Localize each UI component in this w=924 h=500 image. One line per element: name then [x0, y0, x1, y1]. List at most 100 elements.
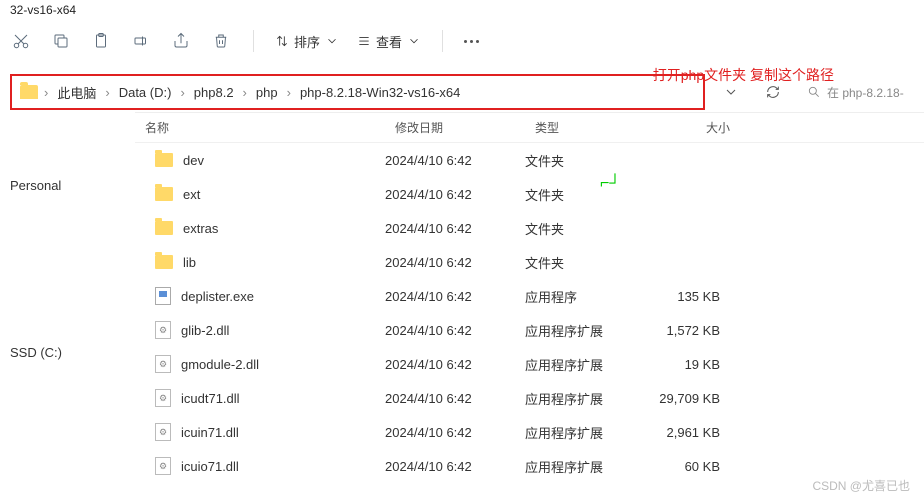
toolbar: 排序 查看 [0, 20, 924, 62]
watermark: CSDN @尤喜已也 [812, 477, 910, 494]
crumb-folder[interactable]: php8.2 [191, 85, 237, 100]
search-icon [807, 85, 821, 99]
separator [442, 30, 443, 52]
file-date: 2024/4/10 6:42 [385, 425, 525, 440]
more-button[interactable] [464, 40, 479, 43]
dll-icon [155, 457, 171, 475]
file-size: 1,572 KB [640, 323, 740, 338]
sidebar-item-ssd[interactable]: SSD (C:) [10, 339, 135, 366]
file-date: 2024/4/10 6:42 [385, 221, 525, 236]
sort-button[interactable]: 排序 [275, 32, 339, 51]
file-type: 应用程序扩展 [525, 355, 640, 374]
crumb-drive[interactable]: Data (D:) [116, 85, 175, 100]
file-name: icuio71.dll [181, 459, 239, 474]
crumb-folder[interactable]: php [253, 85, 281, 100]
file-name: icudt71.dll [181, 391, 240, 406]
view-label: 查看 [376, 32, 402, 51]
annotation-text: 打开php文件夹 复制这个路径 [653, 65, 834, 85]
copy-icon[interactable] [50, 30, 72, 52]
file-row[interactable]: lib 2024/4/10 6:42文件夹 [135, 245, 924, 279]
crumb-folder[interactable]: php-8.2.18-Win32-vs16-x64 [297, 85, 463, 100]
file-row[interactable]: glib-2.dll 2024/4/10 6:42应用程序扩展1,572 KB [135, 313, 924, 347]
file-type: 文件夹 [525, 185, 640, 204]
sidebar-item-personal[interactable]: Personal [10, 172, 135, 199]
file-row[interactable]: ext2024/4/10 6:42文件夹 [135, 177, 924, 211]
file-date: 2024/4/10 6:42 [385, 459, 525, 474]
chevron-right-icon: › [241, 85, 249, 100]
file-size: 29,709 KB [640, 391, 740, 406]
chevron-down-icon [325, 34, 339, 48]
file-type: 应用程序扩展 [525, 389, 640, 408]
search-placeholder: 在 php-8.2.18- [827, 84, 904, 101]
view-button[interactable]: 查看 [357, 32, 421, 51]
file-name: icuin71.dll [181, 425, 239, 440]
file-row[interactable]: icuin71.dll 2024/4/10 6:42应用程序扩展2,961 KB [135, 415, 924, 449]
file-type: 文件夹 [525, 151, 640, 170]
file-name: dev [183, 153, 204, 168]
folder-icon [20, 85, 38, 99]
header-date[interactable]: 修改日期 [385, 119, 525, 136]
file-row[interactable]: icuio71.dll 2024/4/10 6:42应用程序扩展60 KB [135, 449, 924, 483]
folder-icon [155, 187, 173, 201]
cursor-annotation: ⌐┘ [600, 175, 621, 193]
file-type: 应用程序 [525, 287, 640, 306]
file-date: 2024/4/10 6:42 [385, 357, 525, 372]
file-name: extras [183, 221, 218, 236]
sort-label: 排序 [294, 32, 320, 51]
file-size: 135 KB [640, 289, 740, 304]
crumb-thispc[interactable]: 此电脑 [54, 83, 99, 102]
paste-icon[interactable] [90, 30, 112, 52]
dll-icon [155, 389, 171, 407]
file-date: 2024/4/10 6:42 [385, 255, 525, 270]
file-size: 2,961 KB [640, 425, 740, 440]
chevron-down-icon [407, 34, 421, 48]
sort-icon [275, 34, 289, 48]
folder-icon [155, 255, 173, 269]
chevron-right-icon: › [178, 85, 186, 100]
file-size: 60 KB [640, 459, 740, 474]
file-name: gmodule-2.dll [181, 357, 259, 372]
file-row[interactable]: gmodule-2.dll 2024/4/10 6:42应用程序扩展19 KB [135, 347, 924, 381]
separator [253, 30, 254, 52]
file-list: 名称 修改日期 类型 大小 dev2024/4/10 6:42文件夹ext202… [135, 112, 924, 492]
folder-icon [155, 153, 173, 167]
file-row[interactable]: extras 2024/4/10 6:42文件夹 [135, 211, 924, 245]
file-size: 19 KB [640, 357, 740, 372]
file-type: 应用程序扩展 [525, 423, 640, 442]
header-name[interactable]: 名称 [135, 119, 385, 136]
column-headers: 名称 修改日期 类型 大小 [135, 113, 924, 143]
file-name: glib-2.dll [181, 323, 229, 338]
file-row[interactable]: icudt71.dll 2024/4/10 6:42应用程序扩展29,709 KB [135, 381, 924, 415]
dll-icon [155, 321, 171, 339]
rename-icon[interactable] [130, 30, 152, 52]
file-date: 2024/4/10 6:42 [385, 153, 525, 168]
chevron-right-icon: › [285, 85, 293, 100]
file-type: 文件夹 [525, 219, 640, 238]
file-type: 应用程序扩展 [525, 457, 640, 476]
breadcrumb[interactable]: › 此电脑 › Data (D:) › php8.2 › php › php-8… [10, 74, 705, 110]
header-type[interactable]: 类型 [525, 119, 640, 136]
dll-icon [155, 423, 171, 441]
window-title: 32-vs16-x64 [0, 0, 924, 20]
file-date: 2024/4/10 6:42 [385, 323, 525, 338]
folder-icon [155, 221, 173, 235]
exe-icon [155, 287, 171, 305]
cut-icon[interactable] [10, 30, 32, 52]
sidebar: Personal SSD (C:) [0, 112, 135, 492]
file-row[interactable]: dev 2024/4/10 6:42文件夹 [135, 143, 924, 177]
file-type: 应用程序扩展 [525, 321, 640, 340]
header-size[interactable]: 大小 [640, 119, 740, 136]
list-icon [357, 34, 371, 48]
file-row[interactable]: deplister.exe 2024/4/10 6:42应用程序135 KB [135, 279, 924, 313]
dll-icon [155, 355, 171, 373]
file-type: 文件夹 [525, 253, 640, 272]
share-icon[interactable] [170, 30, 192, 52]
file-date: 2024/4/10 6:42 [385, 289, 525, 304]
delete-icon[interactable] [210, 30, 232, 52]
file-date: 2024/4/10 6:42 [385, 391, 525, 406]
main-area: Personal SSD (C:) 名称 修改日期 类型 大小 dev 2024/… [0, 112, 924, 492]
file-date: 2024/4/10 6:42 [385, 187, 525, 202]
file-name: deplister.exe [181, 289, 254, 304]
file-name: lib [183, 255, 196, 270]
chevron-right-icon: › [103, 85, 111, 100]
